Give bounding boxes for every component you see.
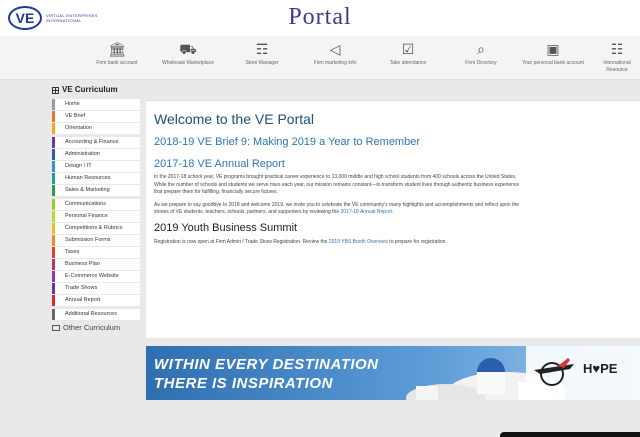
- sidebar-item-communications[interactable]: Communications: [52, 199, 140, 210]
- sidebar-heading[interactable]: VE Curriculum: [52, 84, 140, 96]
- sidebar-item-submission-forms[interactable]: Submission Forms: [52, 235, 140, 246]
- top-navbar: 🏛︎ Firm bank account ⛟ Wholesale Marketp…: [0, 36, 640, 80]
- welcome-heading: Welcome to the VE Portal: [154, 111, 315, 127]
- page-title: Portal: [288, 4, 352, 30]
- sidebar-item-competitions-rubrics[interactable]: Competitions & Rubrics: [52, 223, 140, 234]
- nav-store-manager[interactable]: ☶ Store Manager: [227, 40, 297, 67]
- annual-report-heading[interactable]: 2017-18 VE Annual Report: [154, 158, 632, 170]
- nav-international-resource[interactable]: ☷ International Resource: [594, 40, 640, 74]
- sidebar-item-e-commerce-website[interactable]: E-Commerce Website: [52, 271, 140, 282]
- sidebar-item-annual-report[interactable]: Annual Report: [52, 295, 140, 306]
- sidebar: VE Curriculum Home VE Brief Orientation Acc…: [52, 84, 140, 333]
- nav-label: Firm Directory: [465, 60, 497, 66]
- header: VE VIRTUAL ENTERPRISES INTERNATIONAL Por…: [0, 0, 640, 36]
- checkbox-icon: ☑: [401, 41, 415, 57]
- sidebar-item-human-resources[interactable]: Human Resources: [52, 173, 140, 184]
- bottom-edge-bar: [500, 432, 640, 437]
- brief-link[interactable]: 2018-19 VE Brief 9: Making 2019 a Year t…: [154, 136, 632, 148]
- sidebar-item-accounting-finance[interactable]: Accounting & Finance: [52, 137, 140, 148]
- search-icon: ⌕: [477, 41, 485, 57]
- para-line: that prepare them for fulfilling, financ…: [154, 189, 278, 195]
- sidebar-item-trade-shows[interactable]: Trade Shows: [52, 283, 140, 294]
- summit-paragraph: Registration is now open at Firm Admin /…: [154, 239, 632, 247]
- other-curriculum-label: Other Curriculum: [63, 323, 121, 332]
- para-line: In the 2017-18 school year, VE programs …: [154, 174, 517, 180]
- other-curriculum-link[interactable]: Other Curriculum: [52, 322, 140, 333]
- sidebar-group: Home VE Brief Orientation: [52, 99, 140, 134]
- sidebar-item-orientation[interactable]: Orientation: [52, 123, 140, 134]
- sidebar-item-sales-marketing[interactable]: Sales & Marketing: [52, 185, 140, 196]
- list-icon: [52, 324, 60, 331]
- sidebar-item-design-it[interactable]: Design / IT: [52, 161, 140, 172]
- para-line: stories of VE students, teachers, school…: [154, 209, 632, 217]
- nav-label: Take attendance: [389, 60, 427, 66]
- nav-label: Firm marketing info: [313, 60, 357, 66]
- sidebar-item-ve-brief[interactable]: VE Brief: [52, 111, 140, 122]
- airplane-globe-icon: [534, 358, 574, 386]
- document-icon: ☷: [610, 41, 624, 57]
- banner-headline-1: WITHIN EVERY DESTINATION: [154, 356, 379, 373]
- sidebar-item-additional-resources[interactable]: Additional Resources: [52, 309, 140, 320]
- summit-heading: 2019 Youth Business Summit: [154, 221, 298, 234]
- sidebar-item-administration[interactable]: Administration: [52, 149, 140, 160]
- para-text: to prepare for registration.: [387, 238, 447, 245]
- sidebar-item-home[interactable]: Home: [52, 99, 140, 110]
- money-icon: ▣: [546, 41, 560, 57]
- grid-icon: [52, 86, 59, 94]
- para-line: As we prepare to say goodbye to 2018 and…: [154, 201, 520, 208]
- banner-headline-2: THERE IS INSPIRATION: [154, 375, 333, 392]
- celebrate-paragraph: As we prepare to say goodbye to 2018 and…: [154, 202, 632, 217]
- nav-label: Firm bank account: [96, 60, 138, 66]
- nav-personal-bank-account[interactable]: ▣ Your personal bank account: [518, 40, 588, 67]
- nav-firm-directory[interactable]: ⌕ Firm Directory: [446, 40, 516, 67]
- megaphone-icon: ◁: [329, 41, 341, 57]
- truck-icon: ⛟: [179, 41, 197, 57]
- para-line: While the number of schools and students…: [154, 181, 520, 188]
- bank-icon: 🏛︎: [108, 41, 126, 57]
- nav-take-attendance[interactable]: ☑ Take attendance: [373, 40, 443, 67]
- sidebar-group: Accounting & Finance Administration Design…: [52, 137, 140, 196]
- sidebar-group: Communications Personal Finance Competitio…: [52, 199, 140, 306]
- nav-firm-marketing-info[interactable]: ◁ Firm marketing info: [300, 40, 370, 67]
- sidebar-item-taxes[interactable]: Taxes: [52, 247, 140, 258]
- sidebar-item-personal-finance[interactable]: Personal Finance: [52, 211, 140, 222]
- annual-report-paragraph: In the 2017-18 school year, VE programs …: [154, 174, 632, 197]
- cart-icon: ☶: [255, 41, 269, 57]
- annual-report-link[interactable]: 2017-18 Annual Report: [340, 209, 391, 215]
- nav-firm-bank-account[interactable]: 🏛︎ Firm bank account: [82, 40, 152, 67]
- nav-label: Store Manager: [245, 60, 279, 66]
- nav-label: International Resource: [603, 60, 631, 73]
- sidebar-group: Additional Resources: [52, 309, 140, 320]
- sidebar-item-business-plan[interactable]: Business Plan: [52, 259, 140, 270]
- nav-label: Wholesale Marketplace: [162, 60, 214, 66]
- nav-wholesale-marketplace[interactable]: ⛟ Wholesale Marketplace: [153, 40, 223, 67]
- ybs-booth-overview-link[interactable]: 2019 YBS Booth Overview: [329, 239, 388, 245]
- sidebar-heading-label: VE Curriculum: [62, 85, 118, 94]
- para-text: stories of VE students, teachers, school…: [154, 209, 341, 215]
- nav-label: Your personal bank account: [522, 60, 584, 66]
- hope-logo-text: H♥PE: [583, 361, 618, 376]
- para-text: Registration is now open at Firm Admin /…: [154, 238, 329, 245]
- main-content: Welcome to the VE Portal 2018-19 VE Brie…: [146, 100, 640, 338]
- para-text: .: [391, 209, 394, 215]
